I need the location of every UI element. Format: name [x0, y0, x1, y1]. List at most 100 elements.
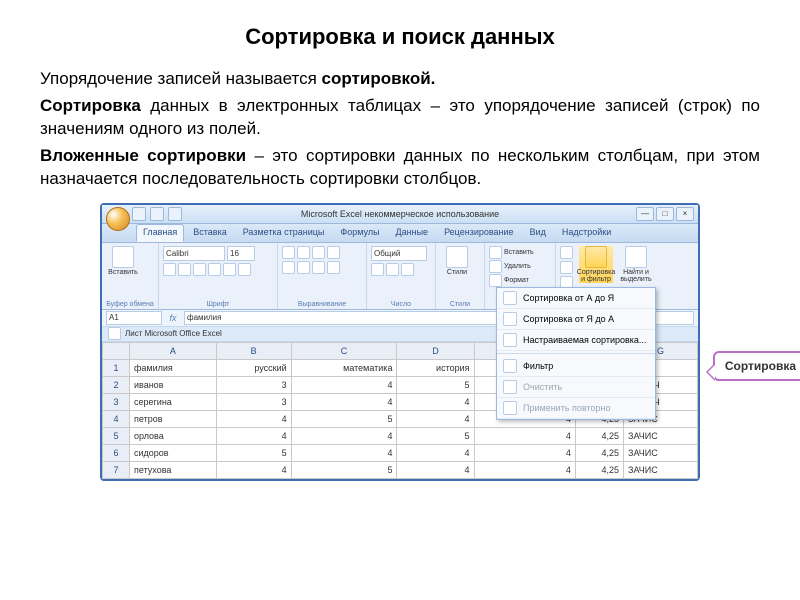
cell[interactable]: 4 — [474, 461, 575, 478]
align-btn[interactable] — [327, 261, 340, 274]
table-row[interactable]: 5орлова44544,25ЗАЧИС — [103, 427, 698, 444]
cell[interactable]: 4 — [397, 461, 474, 478]
cell[interactable]: 4 — [216, 461, 291, 478]
format-cells-button[interactable] — [489, 274, 502, 287]
fill-button[interactable] — [560, 261, 573, 274]
num-btn[interactable] — [386, 263, 399, 276]
tab-home[interactable]: Главная — [136, 224, 184, 242]
sort-filter-button[interactable]: Сортировка и фильтр — [579, 246, 613, 283]
font-color-button[interactable] — [238, 263, 251, 276]
cell[interactable]: 4 — [216, 410, 291, 427]
table-row[interactable]: 7петухова45444,25ЗАЧИС — [103, 461, 698, 478]
cell[interactable]: математика — [291, 359, 397, 376]
column-header[interactable]: B — [216, 342, 291, 359]
border-button[interactable] — [208, 263, 221, 276]
cell[interactable]: 4 — [291, 427, 397, 444]
underline-button[interactable] — [193, 263, 206, 276]
find-select-button[interactable]: Найти и выделить — [619, 246, 653, 283]
num-btn[interactable] — [401, 263, 414, 276]
tab-insert[interactable]: Вставка — [186, 224, 233, 242]
cell[interactable]: 4,25 — [575, 461, 623, 478]
cell[interactable]: 4 — [474, 427, 575, 444]
fill-color-button[interactable] — [223, 263, 236, 276]
cell[interactable]: 4 — [291, 376, 397, 393]
row-header[interactable]: 6 — [103, 444, 130, 461]
font-size-combo[interactable]: 16 — [227, 246, 255, 261]
row-header[interactable]: 1 — [103, 359, 130, 376]
align-btn[interactable] — [282, 246, 295, 259]
tab-page-layout[interactable]: Разметка страницы — [236, 224, 332, 242]
tab-addins[interactable]: Надстройки — [555, 224, 618, 242]
column-header[interactable] — [103, 342, 130, 359]
cell[interactable]: 4 — [291, 393, 397, 410]
cell[interactable]: сидоров — [130, 444, 217, 461]
row-header[interactable]: 5 — [103, 427, 130, 444]
row-header[interactable]: 4 — [103, 410, 130, 427]
italic-button[interactable] — [178, 263, 191, 276]
cell[interactable]: 4,25 — [575, 427, 623, 444]
cell[interactable]: 3 — [216, 376, 291, 393]
quick-access-toolbar[interactable] — [132, 207, 182, 221]
font-name-combo[interactable]: Calibri — [163, 246, 225, 261]
cell[interactable]: ЗАЧИС — [624, 427, 698, 444]
cell[interactable]: орлова — [130, 427, 217, 444]
office-button[interactable] — [106, 207, 130, 231]
cell[interactable]: 4 — [291, 444, 397, 461]
bold-button[interactable] — [163, 263, 176, 276]
fx-icon[interactable]: fx — [166, 313, 180, 323]
cell[interactable]: 5 — [291, 461, 397, 478]
row-header[interactable]: 2 — [103, 376, 130, 393]
align-btn[interactable] — [297, 261, 310, 274]
table-row[interactable]: 6сидоров54444,25ЗАЧИС — [103, 444, 698, 461]
cell[interactable]: фамилия — [130, 359, 217, 376]
cell[interactable]: 4 — [216, 427, 291, 444]
row-header[interactable]: 7 — [103, 461, 130, 478]
cell[interactable]: русский — [216, 359, 291, 376]
cell[interactable]: иванов — [130, 376, 217, 393]
number-format-combo[interactable]: Общий — [371, 246, 427, 261]
maximize-button[interactable]: □ — [656, 207, 674, 221]
column-header[interactable]: D — [397, 342, 474, 359]
cell[interactable]: ЗАЧИС — [624, 444, 698, 461]
menu-item[interactable]: Сортировка от А до Я — [497, 288, 655, 309]
tab-review[interactable]: Рецензирование — [437, 224, 521, 242]
name-box[interactable]: A1 — [106, 311, 162, 325]
align-btn[interactable] — [282, 261, 295, 274]
num-btn[interactable] — [371, 263, 384, 276]
cell[interactable]: 4 — [397, 444, 474, 461]
close-button[interactable]: × — [676, 207, 694, 221]
align-btn[interactable] — [312, 261, 325, 274]
delete-cells-button[interactable] — [489, 260, 502, 273]
insert-cells-button[interactable] — [489, 246, 502, 259]
tab-data[interactable]: Данные — [389, 224, 436, 242]
cell[interactable]: 4,25 — [575, 444, 623, 461]
menu-item[interactable]: Сортировка от Я до А — [497, 309, 655, 330]
cell[interactable]: 5 — [216, 444, 291, 461]
align-btn[interactable] — [312, 246, 325, 259]
cell[interactable]: серегина — [130, 393, 217, 410]
cell[interactable]: 3 — [216, 393, 291, 410]
column-header[interactable]: A — [130, 342, 217, 359]
cell[interactable]: 5 — [397, 427, 474, 444]
menu-item[interactable]: Настраиваемая сортировка... — [497, 330, 655, 351]
minimize-button[interactable]: — — [636, 207, 654, 221]
column-header[interactable]: C — [291, 342, 397, 359]
styles-button[interactable]: Стили — [440, 246, 474, 276]
cell[interactable]: 4 — [474, 444, 575, 461]
cell[interactable]: 4 — [397, 393, 474, 410]
row-header[interactable]: 3 — [103, 393, 130, 410]
tab-formulas[interactable]: Формулы — [333, 224, 386, 242]
cell[interactable]: 5 — [291, 410, 397, 427]
cell[interactable]: ЗАЧИС — [624, 461, 698, 478]
cell[interactable]: петров — [130, 410, 217, 427]
autosum-button[interactable] — [560, 246, 573, 259]
align-btn[interactable] — [297, 246, 310, 259]
cell[interactable]: 4 — [397, 410, 474, 427]
cell[interactable]: история — [397, 359, 474, 376]
window-controls[interactable]: — □ × — [636, 207, 694, 221]
align-btn[interactable] — [327, 246, 340, 259]
tab-view[interactable]: Вид — [523, 224, 553, 242]
cell[interactable]: петухова — [130, 461, 217, 478]
menu-item[interactable]: Фильтр — [497, 356, 655, 377]
paste-button[interactable]: Вставить — [106, 246, 140, 276]
